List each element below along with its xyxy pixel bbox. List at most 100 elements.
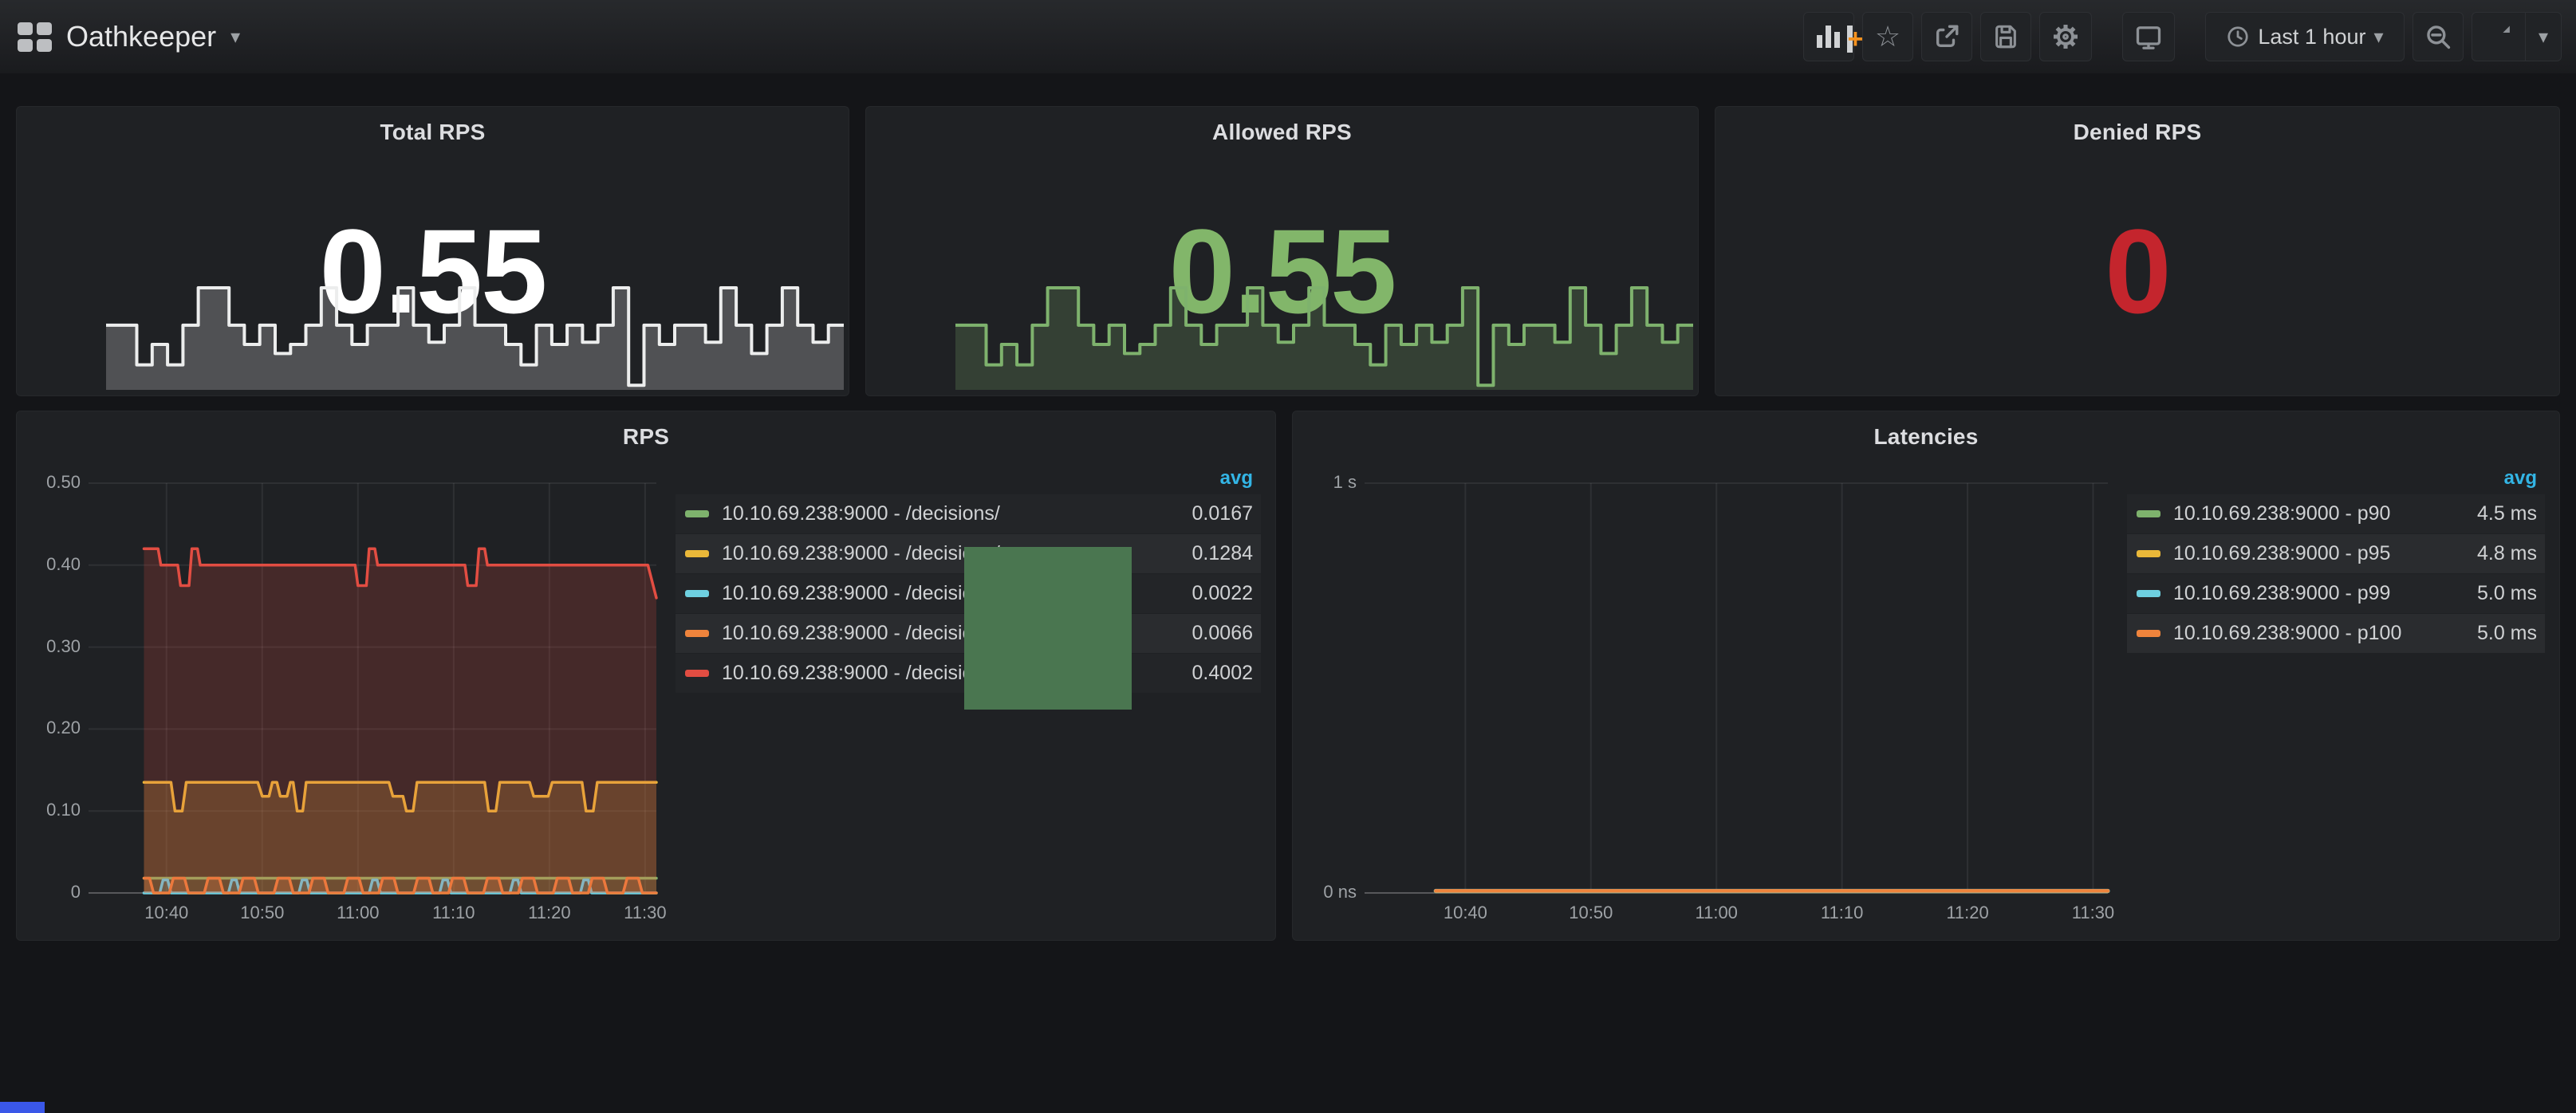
series-avg-value: 4.8 ms (2461, 542, 2537, 565)
green-highlight-overlay (964, 547, 1132, 710)
series-label: 10.10.69.238:9000 - /decisions/ (722, 662, 1000, 685)
grafana-dashboard: Oathkeeper ▾ + ☆ (0, 0, 2576, 1113)
x-axis-tick-label: 11:10 (1806, 903, 1878, 923)
series-avg-value: 0.0167 (1176, 502, 1253, 525)
series-avg-value: 0.1284 (1176, 542, 1253, 565)
series-label: 10.10.69.238:9000 - p99 (2173, 582, 2390, 605)
y-axis-tick-label: 0.10 (30, 800, 81, 820)
series-avg-value: 4.5 ms (2461, 502, 2537, 525)
x-axis-tick-label: 10:50 (1555, 903, 1627, 923)
x-axis-tick-label: 11:10 (418, 903, 490, 923)
panel-title[interactable]: Denied RPS (1715, 120, 2559, 145)
clock-icon (2226, 25, 2250, 49)
navbar: Oathkeeper ▾ + ☆ (0, 0, 2576, 73)
series-swatch (685, 670, 709, 677)
series-avg-value: 5.0 ms (2461, 622, 2537, 645)
refresh-button-group: ▾ (2472, 12, 2562, 61)
y-axis-tick-label: 0 ns (1306, 882, 1357, 903)
x-axis-tick-label: 11:00 (1680, 903, 1752, 923)
series-label: 10.10.69.238:9000 - /decisions/ (722, 582, 1000, 605)
panel-title[interactable]: RPS (17, 424, 1275, 450)
legend-row[interactable]: 10.10.69.238:9000 - p100 5.0 ms (2127, 614, 2545, 653)
rps-chart[interactable]: 0.500.400.300.200.10010:4010:5011:0011:1… (30, 456, 663, 930)
series-avg-value: 0.0022 (1176, 582, 1253, 605)
star-dashboard-button[interactable]: ☆ (1862, 12, 1913, 61)
zoom-out-icon (2424, 23, 2452, 50)
y-axis-tick-label: 0.20 (30, 718, 81, 738)
refresh-interval-dropdown[interactable]: ▾ (2525, 13, 2561, 61)
time-range-caret-icon: ▾ (2373, 26, 2383, 49)
time-range-picker[interactable]: Last 1 hour ▾ (2205, 12, 2405, 61)
x-axis-tick-label: 11:30 (2057, 903, 2129, 923)
series-label: 10.10.69.238:9000 - /decisions/ (722, 502, 1000, 525)
x-axis-tick-label: 10:40 (131, 903, 203, 923)
x-axis-tick-label: 10:40 (1429, 903, 1501, 923)
x-axis-tick-label: 11:20 (1932, 903, 2003, 923)
legend-avg-header[interactable]: avg (676, 462, 1261, 494)
panel-title[interactable]: Total RPS (17, 120, 849, 145)
tv-monitor-icon (2134, 22, 2163, 51)
share-icon (1933, 23, 1960, 50)
share-dashboard-button[interactable] (1921, 12, 1972, 61)
series-swatch (2137, 590, 2160, 597)
add-panel-button[interactable]: + (1803, 12, 1854, 61)
panel-title[interactable]: Allowed RPS (866, 120, 1698, 145)
gear-icon (2051, 22, 2080, 51)
total-rps-sparkline (106, 270, 844, 390)
time-range-label: Last 1 hour (2258, 25, 2365, 49)
series-avg-value: 0.0066 (1176, 622, 1253, 645)
series-swatch (2137, 630, 2160, 637)
refresh-button[interactable] (2472, 13, 2525, 61)
series-swatch (2137, 510, 2160, 517)
panel-latencies-graph: Latencies 1 s 0 ns 10:40 10:50 11:00 11:10 11:… (1292, 411, 2560, 941)
legend-row[interactable]: 10.10.69.238:9000 - p95 4.8 ms (2127, 534, 2545, 573)
navbar-actions: + ☆ (1803, 12, 2576, 61)
x-axis-tick-label: 10:50 (226, 903, 298, 923)
series-label: 10.10.69.238:9000 - /decisions/ (722, 622, 1000, 645)
series-label: 10.10.69.238:9000 - p90 (2173, 502, 2390, 525)
y-axis-tick-label: 0 (30, 882, 81, 903)
y-axis-tick-label: 0.40 (30, 554, 81, 575)
save-icon (1992, 23, 2019, 50)
cycle-view-mode-button[interactable] (2122, 12, 2175, 61)
latencies-legend: avg 10.10.69.238:9000 - p90 4.5 ms 10.10… (2127, 462, 2545, 654)
save-dashboard-button[interactable] (1980, 12, 2031, 61)
series-label: 10.10.69.238:9000 - /decisions/ (722, 542, 1000, 565)
dashboards-grid-icon[interactable] (18, 22, 52, 52)
dashboard-settings-button[interactable] (2039, 12, 2092, 61)
series-swatch (685, 510, 709, 517)
legend-row[interactable]: 10.10.69.238:9000 - p99 5.0 ms (2127, 574, 2545, 613)
zoom-out-time-button[interactable] (2413, 12, 2464, 61)
star-icon: ☆ (1875, 22, 1900, 51)
title-caret-icon[interactable]: ▾ (230, 26, 240, 49)
panel-title[interactable]: Latencies (1293, 424, 2559, 450)
latencies-chart[interactable]: 1 s0 ns10:4010:5011:0011:1011:2011:30 (1306, 456, 2114, 930)
bottom-left-accent (0, 1102, 45, 1113)
y-axis-tick-label: 0.50 (30, 472, 81, 493)
grid-cell (18, 22, 33, 35)
series-avg-value: 0.4002 (1176, 662, 1253, 685)
grid-cell (37, 22, 52, 35)
legend-row[interactable]: 10.10.69.238:9000 - /decisions/ 0.0167 (676, 494, 1261, 533)
series-swatch (2137, 550, 2160, 557)
dashboard-title[interactable]: Oathkeeper (66, 20, 216, 53)
legend-avg-header[interactable]: avg (2127, 462, 2545, 494)
panel-total-rps: Total RPS 0.55 (16, 106, 849, 396)
legend-row[interactable]: 10.10.69.238:9000 - p90 4.5 ms (2127, 494, 2545, 533)
series-label: 10.10.69.238:9000 - p100 (2173, 622, 2401, 645)
refresh-caret-icon: ▾ (2539, 26, 2548, 49)
add-panel-icon: + (1817, 26, 1840, 48)
y-axis-tick-label: 0.30 (30, 636, 81, 657)
grid-cell (18, 39, 33, 52)
series-swatch (685, 550, 709, 557)
allowed-rps-sparkline (955, 270, 1693, 390)
series-avg-value: 5.0 ms (2461, 582, 2537, 605)
x-axis-tick-label: 11:20 (514, 903, 585, 923)
series-label: 10.10.69.238:9000 - p95 (2173, 542, 2390, 565)
stat-value: 0 (1715, 206, 2559, 337)
x-axis-tick-label: 11:30 (609, 903, 681, 923)
grid-cell (37, 39, 52, 52)
y-axis-tick-label: 1 s (1306, 472, 1357, 493)
panel-allowed-rps: Allowed RPS 0.55 (865, 106, 1699, 396)
series-swatch (685, 590, 709, 597)
